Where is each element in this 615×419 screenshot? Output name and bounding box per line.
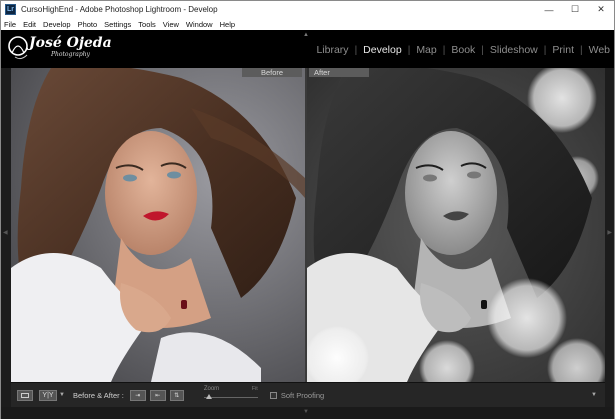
menu-help[interactable]: Help bbox=[220, 20, 235, 29]
identity-plate: José Ojeda Photography ▲ Library | Devel… bbox=[1, 30, 614, 68]
module-separator: | bbox=[354, 44, 358, 56]
before-after-view-button[interactable]: Y|Y bbox=[39, 389, 57, 401]
module-picker: Library | Develop | Map | Book | Slidesh… bbox=[316, 44, 610, 56]
module-slideshow[interactable]: Slideshow bbox=[490, 44, 538, 56]
copy-settings-icon: ⇥ bbox=[135, 392, 141, 399]
menu-edit[interactable]: Edit bbox=[23, 20, 36, 29]
zoom-control: Zoom Fit bbox=[203, 385, 258, 405]
swap-icon: ⇅ bbox=[174, 392, 180, 399]
module-map[interactable]: Map bbox=[416, 44, 436, 56]
module-separator: | bbox=[543, 44, 547, 56]
menu-file[interactable]: File bbox=[4, 20, 16, 29]
menu-window[interactable]: Window bbox=[186, 20, 213, 29]
module-book[interactable]: Book bbox=[451, 44, 475, 56]
maximize-button[interactable]: ☐ bbox=[562, 1, 588, 18]
swap-before-after-button[interactable]: ⇅ bbox=[169, 389, 184, 401]
loupe-view-button[interactable] bbox=[17, 389, 33, 401]
module-separator: | bbox=[481, 44, 484, 56]
menu-develop[interactable]: Develop bbox=[43, 20, 71, 29]
module-print[interactable]: Print bbox=[552, 44, 574, 56]
copy-before-to-after-button[interactable]: ⇥ bbox=[129, 389, 146, 401]
signature-swirl-icon bbox=[8, 36, 28, 60]
menu-bar: File Edit Develop Photo Settings Tools V… bbox=[1, 18, 614, 30]
zoom-fit-label: Fit bbox=[251, 386, 258, 392]
minimize-button[interactable]: — bbox=[536, 1, 562, 18]
copy-after-to-before-button[interactable]: ⇤ bbox=[149, 389, 166, 401]
left-panel-toggle-icon[interactable]: ◀ bbox=[3, 229, 8, 236]
top-panel-toggle-icon[interactable]: ▲ bbox=[303, 32, 309, 38]
zoom-slider-thumb[interactable] bbox=[205, 394, 212, 399]
develop-toolbar: Y|Y ▼ Before & After : ⇥ ⇤ ⇅ Zoom Fit So… bbox=[11, 382, 605, 407]
before-image-pane[interactable]: Before bbox=[11, 68, 305, 382]
module-separator: | bbox=[407, 44, 411, 56]
copy-settings-icon: ⇤ bbox=[155, 392, 161, 399]
before-label: Before bbox=[242, 68, 302, 77]
module-web[interactable]: Web bbox=[589, 44, 610, 56]
menu-view[interactable]: View bbox=[163, 20, 179, 29]
identity-plate-subtitle: Photography bbox=[51, 51, 90, 58]
filmstrip-collapsed: ▼ bbox=[1, 407, 614, 419]
module-separator: | bbox=[579, 44, 583, 56]
loupe-view-icon bbox=[21, 392, 29, 398]
window-controls: — ☐ ✕ bbox=[536, 1, 614, 18]
soft-proofing-label: Soft Proofing bbox=[280, 390, 325, 400]
menu-photo[interactable]: Photo bbox=[78, 20, 98, 29]
module-library[interactable]: Library bbox=[316, 44, 348, 56]
menu-settings[interactable]: Settings bbox=[104, 20, 131, 29]
lightroom-app-icon: Lr bbox=[5, 4, 16, 15]
lightroom-window: Lr CursoHighEnd - Adobe Photoshop Lightr… bbox=[0, 0, 615, 419]
title-bar: Lr CursoHighEnd - Adobe Photoshop Lightr… bbox=[1, 1, 614, 18]
soft-proofing-checkbox[interactable] bbox=[269, 391, 277, 399]
close-button[interactable]: ✕ bbox=[588, 1, 614, 18]
zoom-label: Zoom bbox=[203, 386, 220, 392]
module-separator: | bbox=[442, 44, 446, 56]
identity-plate-name: José Ojeda bbox=[29, 35, 112, 51]
module-develop[interactable]: Develop bbox=[363, 44, 402, 56]
before-portrait-photo bbox=[11, 68, 305, 382]
view-mode-dropdown-icon[interactable]: ▼ bbox=[59, 392, 65, 398]
identity-plate-logo: José Ojeda Photography bbox=[7, 33, 117, 65]
menu-tools[interactable]: Tools bbox=[138, 20, 156, 29]
after-label: After bbox=[309, 68, 369, 77]
zoom-slider-track[interactable] bbox=[203, 397, 258, 398]
before-after-label: Before & After : bbox=[72, 390, 124, 400]
window-title: CursoHighEnd - Adobe Photoshop Lightroom… bbox=[21, 5, 218, 14]
after-image-pane[interactable]: After bbox=[307, 68, 605, 382]
before-after-view: Before After bbox=[11, 68, 605, 382]
toolbar-options-dropdown-icon[interactable]: ▼ bbox=[591, 392, 597, 398]
right-panel-toggle-icon[interactable]: ▶ bbox=[607, 229, 612, 236]
after-portrait-photo bbox=[307, 68, 605, 382]
bottom-panel-toggle-icon[interactable]: ▼ bbox=[303, 409, 309, 415]
